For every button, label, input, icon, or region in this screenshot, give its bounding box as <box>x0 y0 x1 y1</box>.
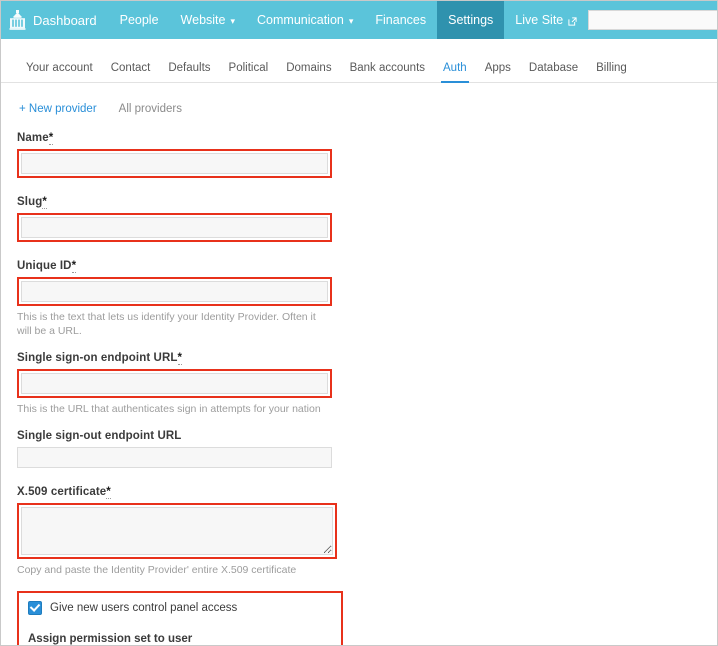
tab-your-account[interactable]: Your account <box>17 62 102 82</box>
tab-label: Auth <box>443 62 467 74</box>
tab-contact[interactable]: Contact <box>102 62 160 82</box>
slug-field-label: Slug* <box>17 196 699 209</box>
control-panel-access-row[interactable]: Give new users control panel access <box>28 601 332 615</box>
brand-dashboard-link[interactable]: Dashboard <box>1 1 109 39</box>
control-panel-access-section: Give new users control panel access Assi… <box>17 591 343 645</box>
settings-tab-bar: Your account Contact Defaults Political … <box>1 48 717 83</box>
certificate-textarea[interactable] <box>21 507 333 555</box>
external-link-icon <box>568 16 577 26</box>
tab-apps[interactable]: Apps <box>476 62 520 82</box>
name-field-label: Name* <box>17 132 699 145</box>
sso-url-help-text: This is the URL that authenticates sign … <box>17 403 321 415</box>
label-text: Unique ID <box>17 260 72 272</box>
nav-item-website[interactable]: Website ▾ <box>170 1 246 39</box>
slo-url-input[interactable] <box>17 447 332 468</box>
chevron-down-icon: ▾ <box>348 15 354 26</box>
label-text: Single sign-on endpoint URL <box>17 352 178 364</box>
capitol-building-icon <box>9 10 26 30</box>
label-text: Name <box>17 132 49 144</box>
top-navigation-bar: Dashboard People Website ▾ Communication… <box>1 1 717 39</box>
nav-item-live-site[interactable]: Live Site <box>504 1 588 39</box>
nav-item-label: Communication <box>257 13 344 27</box>
tab-bank-accounts[interactable]: Bank accounts <box>341 62 434 82</box>
slug-field-error-outline <box>17 213 332 242</box>
name-input[interactable] <box>21 153 328 174</box>
tab-label: Database <box>528 62 579 74</box>
nav-item-label: Finances <box>375 13 427 27</box>
certificate-field-error-outline <box>17 503 337 559</box>
nav-right-group: ⌄ <box>588 1 717 39</box>
tab-database[interactable]: Database <box>520 62 587 82</box>
sso-url-field-label: Single sign-on endpoint URL* <box>17 352 699 365</box>
sso-url-input[interactable] <box>21 373 328 394</box>
name-field-error-outline <box>17 149 332 178</box>
required-marker: * <box>42 196 47 209</box>
unique-id-help-text: This is the text that lets us identify y… <box>17 311 316 337</box>
control-panel-access-label: Give new users control panel access <box>50 602 238 614</box>
tab-domains[interactable]: Domains <box>277 62 340 82</box>
nav-item-finances[interactable]: Finances <box>364 1 437 39</box>
nav-item-label: Website <box>180 13 226 27</box>
label-text: Slug <box>17 196 43 208</box>
search-input[interactable] <box>588 10 717 30</box>
tab-label: Your account <box>26 62 93 74</box>
label-text: X.509 certificate <box>17 486 107 498</box>
tab-label: Billing <box>596 62 627 74</box>
all-providers-link[interactable]: All providers <box>119 103 182 115</box>
tab-label: Domains <box>286 62 332 74</box>
certificate-help-text: Copy and paste the Identity Provider' en… <box>17 564 297 576</box>
required-marker: * <box>106 486 111 499</box>
tab-political[interactable]: Political <box>220 62 278 82</box>
tab-label: Bank accounts <box>349 62 426 74</box>
required-marker: * <box>71 260 77 273</box>
tab-billing[interactable]: Billing <box>587 62 636 82</box>
nav-item-settings[interactable]: Settings <box>437 1 505 39</box>
required-marker: * <box>48 132 54 145</box>
tab-label: Defaults <box>168 62 211 74</box>
nav-item-label: Settings <box>448 13 494 27</box>
control-panel-access-checkbox[interactable] <box>28 601 42 615</box>
nav-item-communication[interactable]: Communication ▾ <box>246 1 364 39</box>
tab-label: Apps <box>484 62 511 74</box>
provider-actions: + New provider All providers <box>1 83 717 122</box>
tab-defaults[interactable]: Defaults <box>159 62 219 82</box>
nav-item-label: Live Site <box>515 13 564 27</box>
label-text: Single sign-out endpoint URL <box>17 430 182 442</box>
brand-label: Dashboard <box>33 12 97 28</box>
chevron-down-icon: ▾ <box>230 15 236 26</box>
assign-permission-label: Assign permission set to user <box>28 633 193 645</box>
certificate-field-label: X.509 certificate* <box>17 486 699 499</box>
unique-id-field-error-outline <box>17 277 332 306</box>
nav-item-people[interactable]: People <box>109 1 170 39</box>
new-provider-link[interactable]: + New provider <box>19 103 97 115</box>
unique-id-field-label: Unique ID* <box>17 260 699 273</box>
nav-item-label: People <box>119 13 159 27</box>
search-container <box>588 10 717 30</box>
slug-input[interactable] <box>21 217 328 238</box>
tab-auth[interactable]: Auth <box>434 62 476 83</box>
unique-id-input[interactable] <box>21 281 328 302</box>
sso-url-field-error-outline <box>17 369 332 398</box>
slo-url-field-label: Single sign-out endpoint URL <box>17 430 699 442</box>
tab-label: Political <box>228 62 269 74</box>
app-window: Dashboard People Website ▾ Communication… <box>0 0 718 646</box>
required-marker: * <box>177 352 183 365</box>
new-provider-form: Name* Slug* Unique ID* This is the text … <box>1 122 717 645</box>
tab-label: Contact <box>110 62 151 74</box>
